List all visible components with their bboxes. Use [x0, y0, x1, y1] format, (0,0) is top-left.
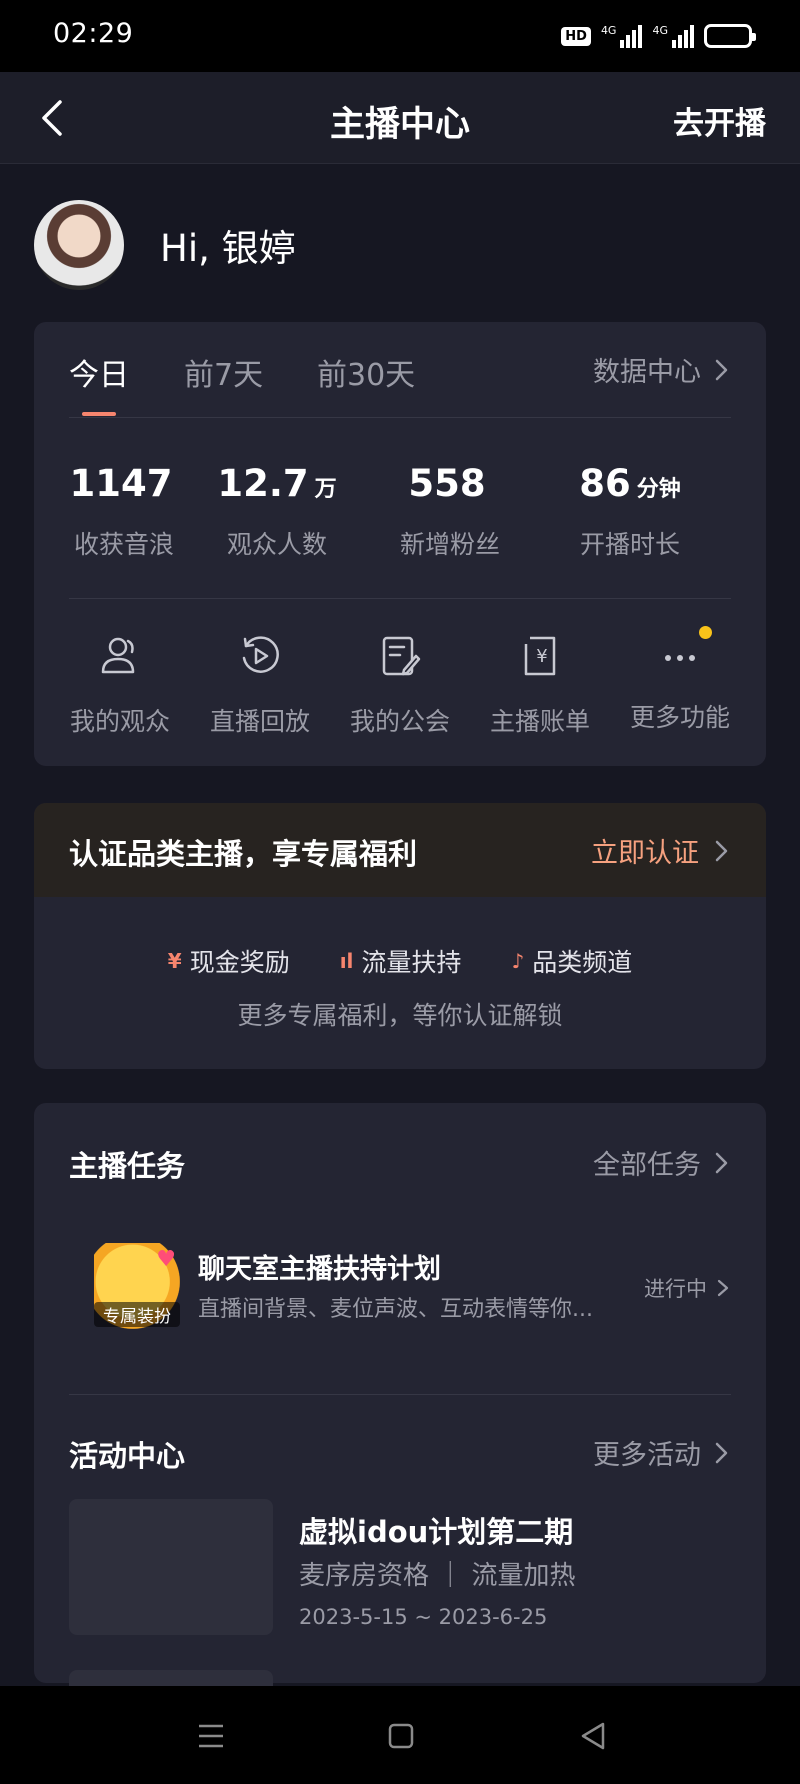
status-bar: 02:29 HD 4G 4G [0, 0, 800, 72]
nav-bar: 主播中心 去开播 [0, 72, 800, 164]
start-live-button[interactable]: 去开播 [673, 98, 766, 143]
activity-tags: 麦序房资格 ｜ 流量加热 [299, 1561, 576, 1591]
replay-icon [242, 636, 279, 673]
task-description: 直播间背景、麦位声波、互动表情等你... [198, 1297, 593, 1322]
yuan-icon: ¥ [167, 949, 182, 973]
benefit-label: 现金奖励 [189, 948, 290, 977]
tool-label: 我的观众 [69, 707, 170, 736]
benefit-list: ¥ 现金奖励 ıl 流量扶持 ♪ 品类频道 [34, 943, 766, 979]
signal-icon-2: 4G [652, 24, 694, 48]
tool-label: 更多功能 [629, 703, 730, 732]
benefit-traffic: ıl 流量扶持 [340, 943, 462, 979]
my-audience-button[interactable]: 我的观众 [55, 632, 185, 738]
benefit-channel: ♪ 品类频道 [511, 943, 632, 979]
more-activities-link[interactable]: 更多活动 [593, 1433, 731, 1472]
guild-icon [382, 636, 421, 676]
tool-label: 直播回放 [209, 707, 310, 736]
chevron-right-icon [715, 359, 728, 380]
home-icon[interactable] [381, 1716, 421, 1756]
replay-button[interactable]: 直播回放 [195, 632, 325, 738]
chevron-right-icon [715, 1152, 728, 1173]
bar-chart-icon: ıl [339, 949, 354, 973]
battery-icon [704, 24, 756, 48]
task-thumb-tag: 专属装扮 [94, 1302, 180, 1327]
activity-title: 虚拟idou计划第二期 [299, 1515, 574, 1549]
more-activities-label: 更多活动 [593, 1440, 701, 1471]
stats-card: 今日 前7天 前30天 数据中心 1147 收获音浪 12.7 万 观众人数 55… [34, 322, 766, 766]
certification-card: 认证品类主播，享专属福利 立即认证 ¥ 现金奖励 ıl 流量扶持 ♪ 品类频道 … [34, 803, 766, 1069]
tab-7-days[interactable]: 前7天 [184, 350, 263, 394]
svg-text:¥: ¥ [536, 646, 547, 667]
signal-icon: 4G [601, 24, 643, 48]
all-tasks-link[interactable]: 全部任务 [593, 1143, 731, 1182]
task-status-label: 进行中 [644, 1277, 707, 1301]
data-center-link[interactable]: 数据中心 [593, 350, 731, 389]
divider [69, 417, 731, 418]
stat-label: 开播时长 [579, 530, 680, 559]
divider [69, 598, 731, 599]
benefit-label: 品类频道 [532, 948, 633, 977]
all-tasks-label: 全部任务 [593, 1150, 701, 1181]
music-note-icon: ♪ [511, 949, 525, 973]
chevron-right-icon [717, 1279, 729, 1297]
activity-thumbnail [69, 1499, 273, 1635]
benefit-cash: ¥ 现金奖励 [168, 943, 290, 979]
certification-header: 认证品类主播，享专属福利 立即认证 [34, 803, 766, 897]
status-time: 02:29 [53, 18, 134, 49]
more-icon [665, 655, 695, 661]
tab-today[interactable]: 今日 [69, 350, 129, 394]
certification-title: 认证品类主播，享专属福利 [69, 837, 418, 871]
stat-value: 1147 [69, 462, 173, 505]
heart-icon: ♥ [156, 1247, 176, 1272]
benefit-label: 流量扶持 [361, 948, 462, 977]
activity-date: 2023-5-15 ~ 2023-6-25 [299, 1605, 548, 1629]
stat-label: 观众人数 [226, 530, 327, 559]
activities-title: 活动中心 [69, 1439, 186, 1473]
profile-header: Hi, 银婷 [34, 200, 296, 290]
stat-label: 新增粉丝 [399, 530, 500, 559]
stat-live-duration[interactable]: 86 分钟 开播时长 [545, 462, 715, 561]
audience-icon [101, 637, 135, 674]
chevron-right-icon [715, 1442, 728, 1463]
avatar[interactable] [34, 200, 124, 290]
hd-icon: HD [561, 26, 591, 46]
bill-icon: ¥ [524, 636, 556, 676]
stat-unit: 分钟 [636, 477, 681, 502]
more-icon-wrap [656, 626, 712, 680]
task-status: 进行中 [644, 1273, 731, 1303]
menu-icon[interactable] [191, 1716, 231, 1756]
tasks-title: 主播任务 [69, 1149, 186, 1183]
status-icons: HD 4G 4G [561, 20, 756, 52]
tool-label: 我的公会 [349, 707, 450, 736]
stat-label: 收获音浪 [73, 530, 174, 559]
more-features-button[interactable]: 更多功能 [615, 626, 745, 734]
stat-value: 12.7 [217, 462, 309, 505]
task-title: 聊天室主播扶持计划 [198, 1254, 441, 1285]
activity-item[interactable]: 虚拟idou计划第二期 麦序房资格 ｜ 流量加热 2023-5-15 ~ 202… [69, 1499, 731, 1635]
notification-dot [699, 626, 712, 639]
stat-yinlang[interactable]: 1147 收获音浪 [49, 462, 199, 561]
back-icon[interactable] [573, 1716, 613, 1756]
stat-unit: 万 [314, 477, 337, 502]
tool-label: 主播账单 [489, 707, 590, 736]
stat-viewers[interactable]: 12.7 万 观众人数 [202, 462, 352, 561]
stat-value: 86 [579, 462, 631, 505]
stat-new-fans[interactable]: 558 新增粉丝 [375, 462, 525, 561]
certify-now-link[interactable]: 立即认证 [591, 831, 731, 870]
chevron-right-icon [715, 840, 728, 861]
tab-30-days[interactable]: 前30天 [317, 350, 415, 394]
tasks-card: 主播任务 全部任务 ♥ 专属装扮 聊天室主播扶持计划 直播间背景、麦位声波、互动… [34, 1103, 766, 1683]
stat-value: 558 [408, 462, 486, 505]
guild-button[interactable]: 我的公会 [335, 632, 465, 738]
certification-subtitle: 更多专属福利，等你认证解锁 [237, 1001, 563, 1030]
task-thumbnail: ♥ 专属装扮 [94, 1243, 180, 1329]
data-center-label: 数据中心 [593, 357, 701, 388]
certify-now-label: 立即认证 [591, 838, 699, 869]
greeting: Hi, 银婷 [160, 227, 296, 270]
task-item[interactable]: ♥ 专属装扮 聊天室主播扶持计划 直播间背景、麦位声波、互动表情等你... 进行… [94, 1243, 731, 1331]
system-nav-bar [0, 1686, 800, 1784]
divider [69, 1394, 731, 1395]
bill-button[interactable]: ¥ 主播账单 [475, 632, 605, 738]
active-tab-indicator [82, 412, 116, 416]
